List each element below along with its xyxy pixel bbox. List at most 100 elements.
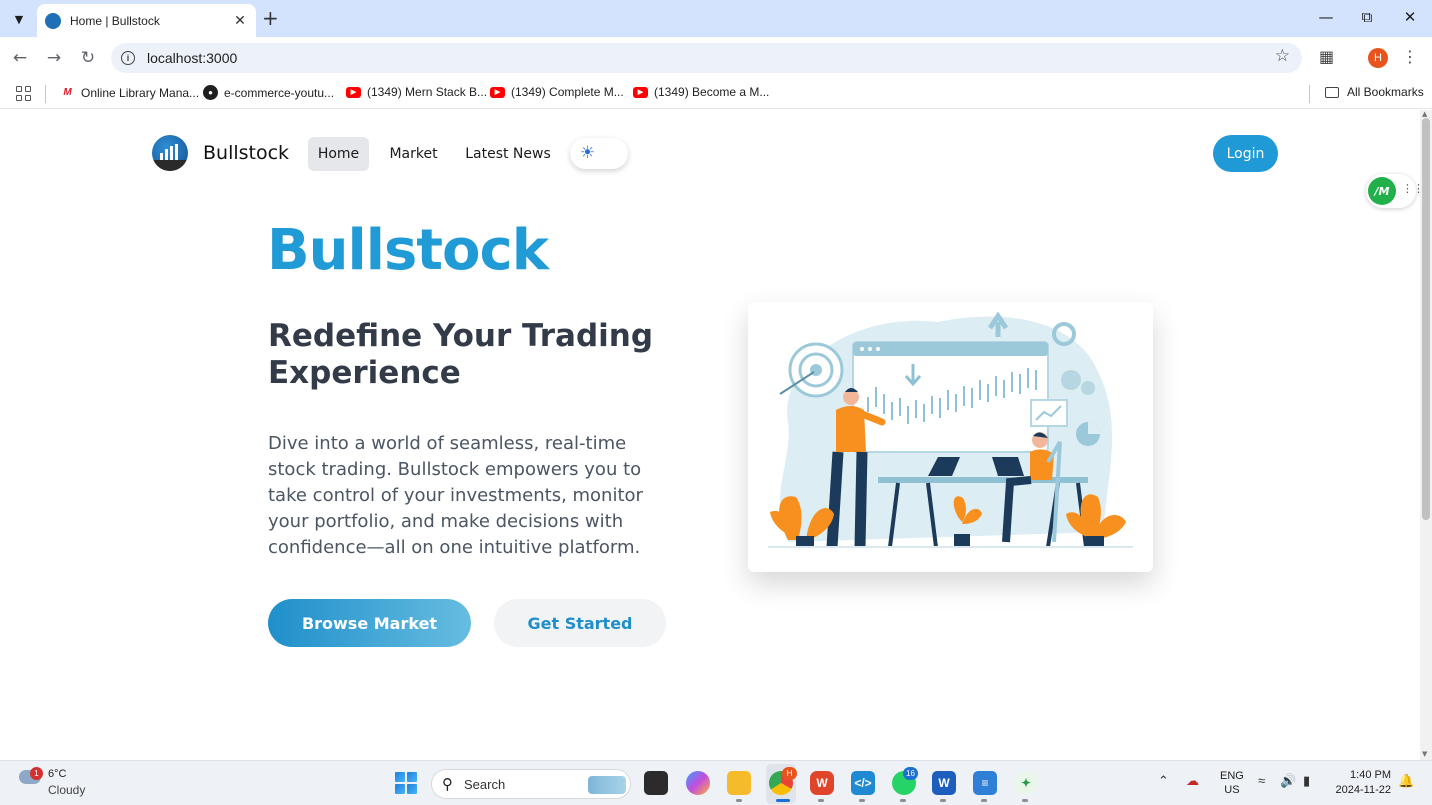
login-button[interactable]: Login [1213,135,1278,172]
bookmark-label: (1349) Mern Stack B... [367,85,488,99]
get-started-button[interactable]: Get Started [494,599,666,647]
browse-market-button[interactable]: Browse Market [268,599,471,647]
close-tab-icon[interactable]: ✕ [232,13,248,29]
onedrive-error-icon[interactable]: ☁ [1186,773,1199,789]
youtube-icon: ▶ [633,86,648,98]
brave-icon[interactable]: W [810,771,834,795]
minimize-icon[interactable]: — [1316,8,1336,26]
extension-logo-icon[interactable]: /M [1368,177,1396,205]
scroll-up-icon[interactable]: ▲ [1422,110,1427,118]
clock-time: 1:40 PM [1350,769,1391,781]
apps-grid-icon[interactable] [16,86,31,101]
show-hidden-icons[interactable]: ⌃ [1158,773,1169,789]
library-icon: M [63,87,72,98]
language-indicator[interactable]: ENG US [1220,769,1244,797]
browser-menu-icon[interactable]: ⋮ [1402,47,1418,66]
all-bookmarks-label: All Bookmarks [1347,85,1424,99]
back-icon[interactable]: ← [9,48,31,68]
wifi-icon[interactable]: ≈ [1258,773,1265,788]
tab-search-icon[interactable]: ▼ [8,8,30,30]
bookmark-label: (1349) Become a M... [654,85,770,99]
scroll-thumb[interactable] [1422,118,1430,520]
bookmark-ecommerce[interactable]: ● e-commerce-youtu... [203,85,334,100]
tab-title: Home | Bullstock [70,13,160,28]
word-icon[interactable]: W [932,771,956,795]
folder-icon [1325,86,1339,98]
language-code: ENG [1220,770,1244,782]
notepad-icon[interactable]: ≡ [973,771,997,795]
running-indicator [900,799,906,802]
bookmark-complete[interactable]: ▶ (1349) Complete M... [490,85,624,99]
vscode-icon[interactable]: </> [851,771,875,795]
running-indicator [940,799,946,802]
windows-start-icon[interactable] [395,772,417,794]
bookmark-label: Online Library Mana... [81,85,200,100]
sun-icon: ☀ [579,143,596,163]
trading-illustration [748,302,1153,572]
nav-latest-news[interactable]: Latest News [462,137,554,171]
url-text: localhost:3000 [147,50,238,66]
system-clock[interactable]: 1:40 PM 2024-11-22 [1333,768,1391,798]
hero-description: Dive into a world of seamless, real-time… [268,433,643,558]
browser-tab-strip: ▼ Home | Bullstock ✕ + — ⧉ ✕ [0,0,1432,37]
scroll-down-icon[interactable]: ▼ [1422,750,1427,758]
trading-illustration-svg [768,311,1133,548]
taskbar-search[interactable]: ⚲ Search [431,769,631,799]
brand-name[interactable]: Bullstock [203,142,289,164]
copilot-icon[interactable] [686,771,710,795]
extensions-icon[interactable]: ▦ [1319,47,1334,66]
hero-title: Bullstock [267,218,549,283]
notifications-bell-icon[interactable]: 🔔 [1398,773,1414,789]
drag-handle-icon[interactable]: ⋮⋮ [1402,182,1420,195]
weather-description[interactable]: Cloudy [48,783,85,797]
active-indicator [776,799,790,802]
address-bar[interactable]: i localhost:3000 ☆ [111,43,1302,73]
browser-toolbar: ← → ↻ i localhost:3000 ☆ ▦ H ⋮ [0,37,1432,79]
weather-notification-badge: 1 [30,767,43,780]
new-tab-icon[interactable]: + [262,8,279,28]
search-icon: ⚲ [442,775,453,793]
bookmark-online-library[interactable]: M Online Library Mana... [60,85,199,100]
bookmark-label: (1349) Complete M... [511,85,624,99]
bookmarks-bar: M Online Library Mana... ● e-commerce-yo… [0,79,1432,109]
taskbar-search-label: Search [464,777,506,792]
floating-extension-widget[interactable]: /M ⋮⋮ [1366,174,1420,208]
bookmark-label: e-commerce-youtu... [224,85,335,100]
close-window-icon[interactable]: ✕ [1400,8,1420,26]
whatsapp-badge: 16 [903,767,918,780]
running-indicator [736,799,742,802]
battery-icon[interactable]: ▮ [1303,773,1310,789]
bookmark-mern-stack[interactable]: ▶ (1349) Mern Stack B... [346,85,487,99]
volume-icon[interactable]: 🔊 [1280,773,1296,789]
keyboard-region: US [1224,784,1240,796]
restore-icon[interactable]: ⧉ [1357,8,1377,26]
github-icon: ● [203,85,218,100]
page-scrollbar[interactable]: ▲ ▼ [1420,110,1432,760]
youtube-icon: ▶ [490,86,505,98]
youtube-icon: ▶ [346,86,361,98]
theme-toggle[interactable]: ☀ [570,138,628,169]
running-indicator [1022,799,1028,802]
reload-icon[interactable]: ↻ [77,48,99,68]
profile-avatar[interactable]: H [1368,48,1388,68]
all-bookmarks-button[interactable]: All Bookmarks [1325,85,1424,99]
chrome-profile-badge: H [782,767,797,780]
web-page: Bullstock Home Market Latest News ☀ Logi… [0,110,1420,760]
windows-taskbar: 1 6°C Cloudy ⚲ Search H W </> 16 W ≡ ✦ ⌃… [0,760,1432,805]
bullstock-logo[interactable] [152,135,188,171]
nav-home[interactable]: Home [308,137,369,171]
file-explorer-icon[interactable] [727,771,751,795]
hero-subtitle: Redefine Your Trading Experience [268,318,654,391]
nav-market[interactable]: Market [383,137,444,171]
bookmark-separator [45,85,46,103]
bookmark-star-icon[interactable]: ☆ [1275,46,1290,66]
browser-tab-active[interactable]: Home | Bullstock ✕ [37,4,256,37]
site-info-icon[interactable]: i [121,51,135,65]
bookmark-become[interactable]: ▶ (1349) Become a M... [633,85,769,99]
running-indicator [859,799,865,802]
task-view-icon[interactable] [644,771,668,795]
mongodb-compass-icon[interactable]: ✦ [1014,771,1038,795]
forward-icon[interactable]: → [43,48,65,68]
weather-temperature[interactable]: 6°C [48,768,66,780]
bookmark-separator [1309,85,1310,103]
